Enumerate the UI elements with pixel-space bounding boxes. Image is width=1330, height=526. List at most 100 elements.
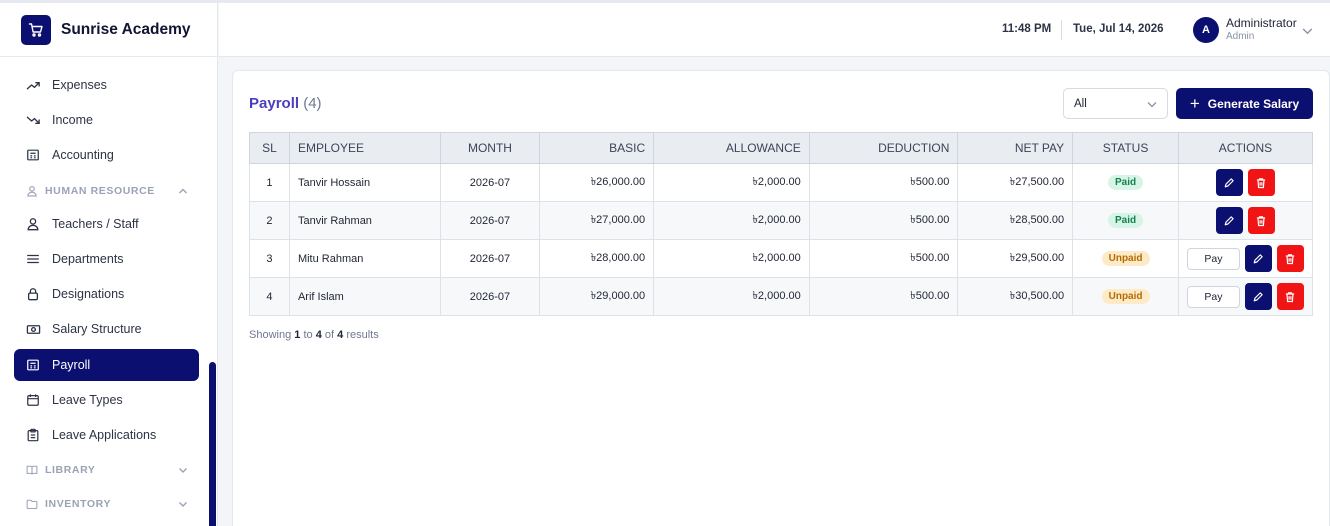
section-inventory[interactable]: INVENTORY <box>14 490 199 518</box>
sidebar-item-label: Designations <box>52 287 125 301</box>
sidebar-item-label: Payroll <box>52 358 91 372</box>
payroll-table: SL EMPLOYEE MONTH BASIC ALLOWANCE DEDUCT… <box>249 132 1314 316</box>
sidebar-item-label: Expenses <box>52 78 107 92</box>
section-human-resource[interactable]: HUMAN RESOURCE <box>14 177 199 205</box>
cell-employee: Tanvir Rahman <box>288 201 441 240</box>
folder-icon <box>25 497 39 511</box>
cell-net-pay: ৳29,500.00 <box>957 239 1074 278</box>
top-header: 11:48 PM Tue, Jul 14, 2026 A Administrat… <box>219 3 1330 57</box>
section-library[interactable]: LIBRARY <box>14 456 199 484</box>
cell-allowance: ৳2,000.00 <box>653 239 810 278</box>
sidebar-item-teachers-staff[interactable]: Teachers / Staff <box>14 208 199 240</box>
current-date: Tue, Jul 14, 2026 <box>1073 23 1164 35</box>
edit-button[interactable] <box>1244 283 1272 310</box>
cell-sl: 4 <box>249 277 290 316</box>
trash-icon <box>1286 291 1295 302</box>
filter-value: All <box>1074 97 1087 110</box>
cell-deduction: ৳500.00 <box>808 239 959 278</box>
trash-icon <box>1257 215 1266 226</box>
sidebar-item-leave-applications[interactable]: Leave Applications <box>14 419 199 451</box>
cell-deduction: ৳500.00 <box>808 277 959 316</box>
user-name[interactable]: Administrator <box>1226 16 1297 30</box>
status-badge: Paid <box>1107 213 1144 228</box>
sidebar-item-accounting[interactable]: Accounting <box>14 139 199 171</box>
calendar-icon <box>25 392 41 408</box>
sidebar-item-leave-types[interactable]: Leave Types <box>14 384 199 416</box>
section-label: LIBRARY <box>45 464 96 476</box>
cash-icon <box>25 321 41 337</box>
trend-down-icon <box>25 112 41 128</box>
edit-button[interactable] <box>1215 207 1243 234</box>
pencil-icon <box>1254 253 1264 263</box>
generate-salary-label: Generate Salary <box>1207 96 1300 111</box>
section-label: HUMAN RESOURCE <box>45 185 155 197</box>
col-status[interactable]: STATUS <box>1072 132 1179 164</box>
pencil-icon <box>1254 291 1264 301</box>
col-employee[interactable]: EMPLOYEE <box>288 132 441 164</box>
book-icon <box>25 463 39 477</box>
cell-status: Paid <box>1072 163 1179 202</box>
user-role: Admin <box>1226 31 1255 42</box>
delete-button[interactable] <box>1276 283 1304 310</box>
generate-salary-button[interactable]: + Generate Salary <box>1176 88 1313 119</box>
col-sl[interactable]: SL <box>249 132 290 164</box>
clipboard-icon <box>25 427 41 443</box>
sidebar-item-payroll[interactable]: Payroll <box>14 349 199 381</box>
delete-button[interactable] <box>1276 245 1304 272</box>
cell-sl: 2 <box>249 201 290 240</box>
summary-total: 4 <box>337 329 344 341</box>
cell-basic: ৳27,000.00 <box>539 201 655 240</box>
status-badge: Unpaid <box>1101 289 1150 304</box>
sidebar-item-label: Teachers / Staff <box>52 217 139 231</box>
cell-deduction: ৳500.00 <box>808 163 959 202</box>
cell-actions: Pay <box>1177 239 1314 278</box>
sidebar-item-label: Income <box>52 113 93 127</box>
sidebar-item-label: Leave Applications <box>52 428 157 442</box>
cell-net-pay: ৳27,500.00 <box>957 163 1074 202</box>
payroll-card: Payroll (4) All + Generate Salary SL EMP… <box>232 70 1330 526</box>
col-allowance[interactable]: ALLOWANCE <box>653 132 810 164</box>
col-deduction[interactable]: DEDUCTION <box>808 132 959 164</box>
brand[interactable]: Sunrise Academy <box>0 3 217 57</box>
sidebar-item-income[interactable]: Income <box>14 104 199 136</box>
summary-of-word: of <box>324 329 335 341</box>
user-icon <box>25 184 39 198</box>
cart-icon <box>21 14 51 45</box>
col-net-pay[interactable]: NET PAY <box>957 132 1074 164</box>
cell-allowance: ৳2,000.00 <box>653 163 810 202</box>
col-basic[interactable]: BASIC <box>539 132 655 164</box>
edit-button[interactable] <box>1215 169 1243 196</box>
sidebar-item-departments[interactable]: Departments <box>14 243 199 275</box>
cell-month: 2026-07 <box>439 201 541 240</box>
col-actions: ACTIONS <box>1177 132 1314 164</box>
edit-button[interactable] <box>1244 245 1272 272</box>
record-count: (4) <box>303 95 322 112</box>
sidebar-item-salary-structure[interactable]: Salary Structure <box>14 313 199 345</box>
cell-actions: Pay <box>1177 277 1314 316</box>
sidebar-item-label: Accounting <box>52 148 114 162</box>
sidebar-item-expenses[interactable]: Expenses <box>14 69 199 101</box>
page-title: Payroll (4) <box>249 95 322 112</box>
pay-button[interactable]: Pay <box>1186 247 1240 270</box>
summary-to-word: to <box>303 329 313 341</box>
menu-icon <box>25 251 41 267</box>
cell-employee: Mitu Rahman <box>288 239 441 278</box>
chevron-down-icon <box>179 502 187 507</box>
chevron-down-icon[interactable] <box>1301 24 1314 37</box>
chevron-down-icon <box>179 468 187 473</box>
delete-button[interactable] <box>1247 169 1275 196</box>
col-month[interactable]: MONTH <box>439 132 541 164</box>
status-filter-select[interactable]: All <box>1063 88 1168 119</box>
cell-employee: Arif Islam <box>288 277 441 316</box>
avatar[interactable]: A <box>1193 17 1219 43</box>
chevron-down-icon <box>1147 102 1157 108</box>
delete-button[interactable] <box>1247 207 1275 234</box>
section-label: INVENTORY <box>45 498 112 510</box>
pencil-icon <box>1225 177 1235 187</box>
sidebar-scrollbar[interactable] <box>209 362 216 526</box>
cell-month: 2026-07 <box>439 239 541 278</box>
cell-deduction: ৳500.00 <box>808 201 959 240</box>
pencil-icon <box>1225 215 1235 225</box>
pay-button[interactable]: Pay <box>1186 285 1240 308</box>
sidebar-item-designations[interactable]: Designations <box>14 278 199 310</box>
